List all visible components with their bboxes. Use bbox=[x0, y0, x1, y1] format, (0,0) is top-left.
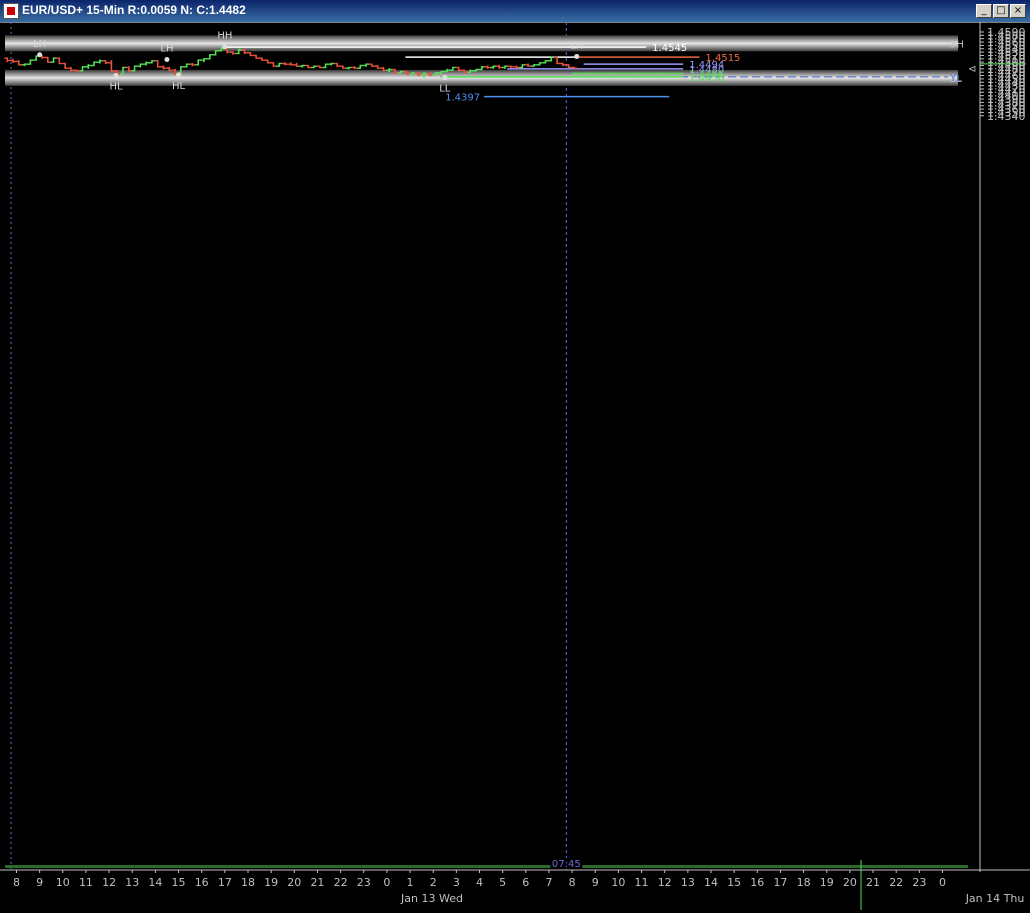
time-tick-label: 14 bbox=[704, 876, 718, 889]
window-title: EUR/USD+ 15-Min R:0.0059 N: C:1.4482 bbox=[22, 3, 246, 17]
swing-point-dot bbox=[37, 52, 43, 58]
price-line-label: 1.4545 bbox=[652, 43, 687, 54]
swing-point-dot bbox=[164, 56, 170, 62]
time-tick-label: 2 bbox=[430, 876, 437, 889]
time-tick-label: 13 bbox=[681, 876, 695, 889]
swing-label-hl: HL bbox=[172, 81, 186, 92]
crosshair-time-label: 07:45 bbox=[552, 859, 581, 870]
time-tick-label: 10 bbox=[611, 876, 625, 889]
time-tick-label: 5 bbox=[499, 876, 506, 889]
time-tick-label: 8 bbox=[13, 876, 20, 889]
time-tick-label: 15 bbox=[172, 876, 186, 889]
app-icon[interactable] bbox=[3, 3, 19, 19]
time-tick-label: 9 bbox=[592, 876, 599, 889]
minimize-button[interactable]: _ bbox=[976, 4, 992, 18]
date-label: Jan 14 Thu bbox=[965, 892, 1025, 905]
time-tick-label: 18 bbox=[241, 876, 255, 889]
swing-label-ll: LL bbox=[439, 84, 451, 95]
time-tick-label: 0 bbox=[383, 876, 390, 889]
band-3l[interactable] bbox=[5, 69, 958, 86]
time-tick-label: 23 bbox=[357, 876, 371, 889]
time-tick-label: 8 bbox=[569, 876, 576, 889]
time-tick-label: 20 bbox=[287, 876, 301, 889]
close-button[interactable]: × bbox=[1010, 4, 1026, 18]
activity-strip bbox=[5, 865, 968, 868]
time-tick-label: 19 bbox=[264, 876, 278, 889]
time-tick-label: 13 bbox=[125, 876, 139, 889]
time-tick-label: 0 bbox=[939, 876, 946, 889]
swing-point-dot bbox=[574, 53, 580, 59]
time-tick-label: 11 bbox=[635, 876, 649, 889]
time-tick-label: 22 bbox=[334, 876, 348, 889]
time-tick-label: 17 bbox=[218, 876, 232, 889]
band-label-3h: 3H bbox=[950, 39, 964, 50]
time-tick-label: 16 bbox=[750, 876, 764, 889]
time-tick-label: 10 bbox=[56, 876, 70, 889]
time-tick-label: 19 bbox=[820, 876, 834, 889]
time-tick-label: 23 bbox=[912, 876, 926, 889]
time-tick-label: 11 bbox=[79, 876, 93, 889]
time-tick-label: 12 bbox=[658, 876, 672, 889]
date-label: Jan 13 Wed bbox=[400, 892, 463, 905]
time-tick-label: 15 bbox=[727, 876, 741, 889]
price-chart[interactable]: 3H 3L YL 1.4545 1.4515 1.4494 1.4480 1.4466 1.44… bbox=[0, 22, 1030, 913]
time-tick-label: 12 bbox=[102, 876, 116, 889]
time-tick-label: 22 bbox=[889, 876, 903, 889]
swing-point-dot bbox=[176, 72, 182, 78]
price-line-label: 1.4456 bbox=[689, 73, 724, 84]
time-tick-label: 1 bbox=[407, 876, 414, 889]
swing-point-dot bbox=[442, 75, 448, 81]
swing-label-hl: HL bbox=[109, 82, 123, 93]
time-tick-label: 7 bbox=[545, 876, 552, 889]
price-line-label: 1.4397 bbox=[445, 93, 480, 104]
swing-label-lh: LH bbox=[160, 43, 173, 54]
price-arrow-icon: ⊲ bbox=[968, 64, 976, 75]
time-tick-label: 16 bbox=[195, 876, 209, 889]
time-tick-label: 14 bbox=[148, 876, 162, 889]
time-tick-label: 9 bbox=[36, 876, 43, 889]
time-tick-label: 21 bbox=[866, 876, 880, 889]
swing-label-lh: LH bbox=[33, 39, 46, 50]
time-tick-label: 3 bbox=[453, 876, 460, 889]
time-tick-label: 18 bbox=[797, 876, 811, 889]
yl-label: YL bbox=[949, 73, 962, 84]
swing-label-lh: LH bbox=[570, 40, 583, 51]
chart-window: EUR/USD+ 15-Min R:0.0059 N: C:1.4482 _ □… bbox=[0, 0, 1030, 913]
maximize-button[interactable]: □ bbox=[993, 4, 1009, 18]
price-tick-label: 1.4340 bbox=[987, 110, 1026, 123]
time-tick-label: 20 bbox=[843, 876, 857, 889]
swing-point-dot bbox=[222, 44, 228, 50]
chart-canvas[interactable]: 3H3LYL1.45451.45151.44941.44801.44661.44… bbox=[0, 22, 1030, 913]
time-tick-label: 6 bbox=[522, 876, 529, 889]
time-tick-label: 17 bbox=[773, 876, 787, 889]
title-bar[interactable]: EUR/USD+ 15-Min R:0.0059 N: C:1.4482 _ □… bbox=[0, 0, 1030, 23]
band-3h[interactable] bbox=[5, 35, 958, 52]
swing-point-dot bbox=[113, 73, 119, 79]
time-tick-label: 4 bbox=[476, 876, 483, 889]
time-tick-label: 21 bbox=[310, 876, 324, 889]
swing-label-hh: HH bbox=[217, 31, 232, 42]
